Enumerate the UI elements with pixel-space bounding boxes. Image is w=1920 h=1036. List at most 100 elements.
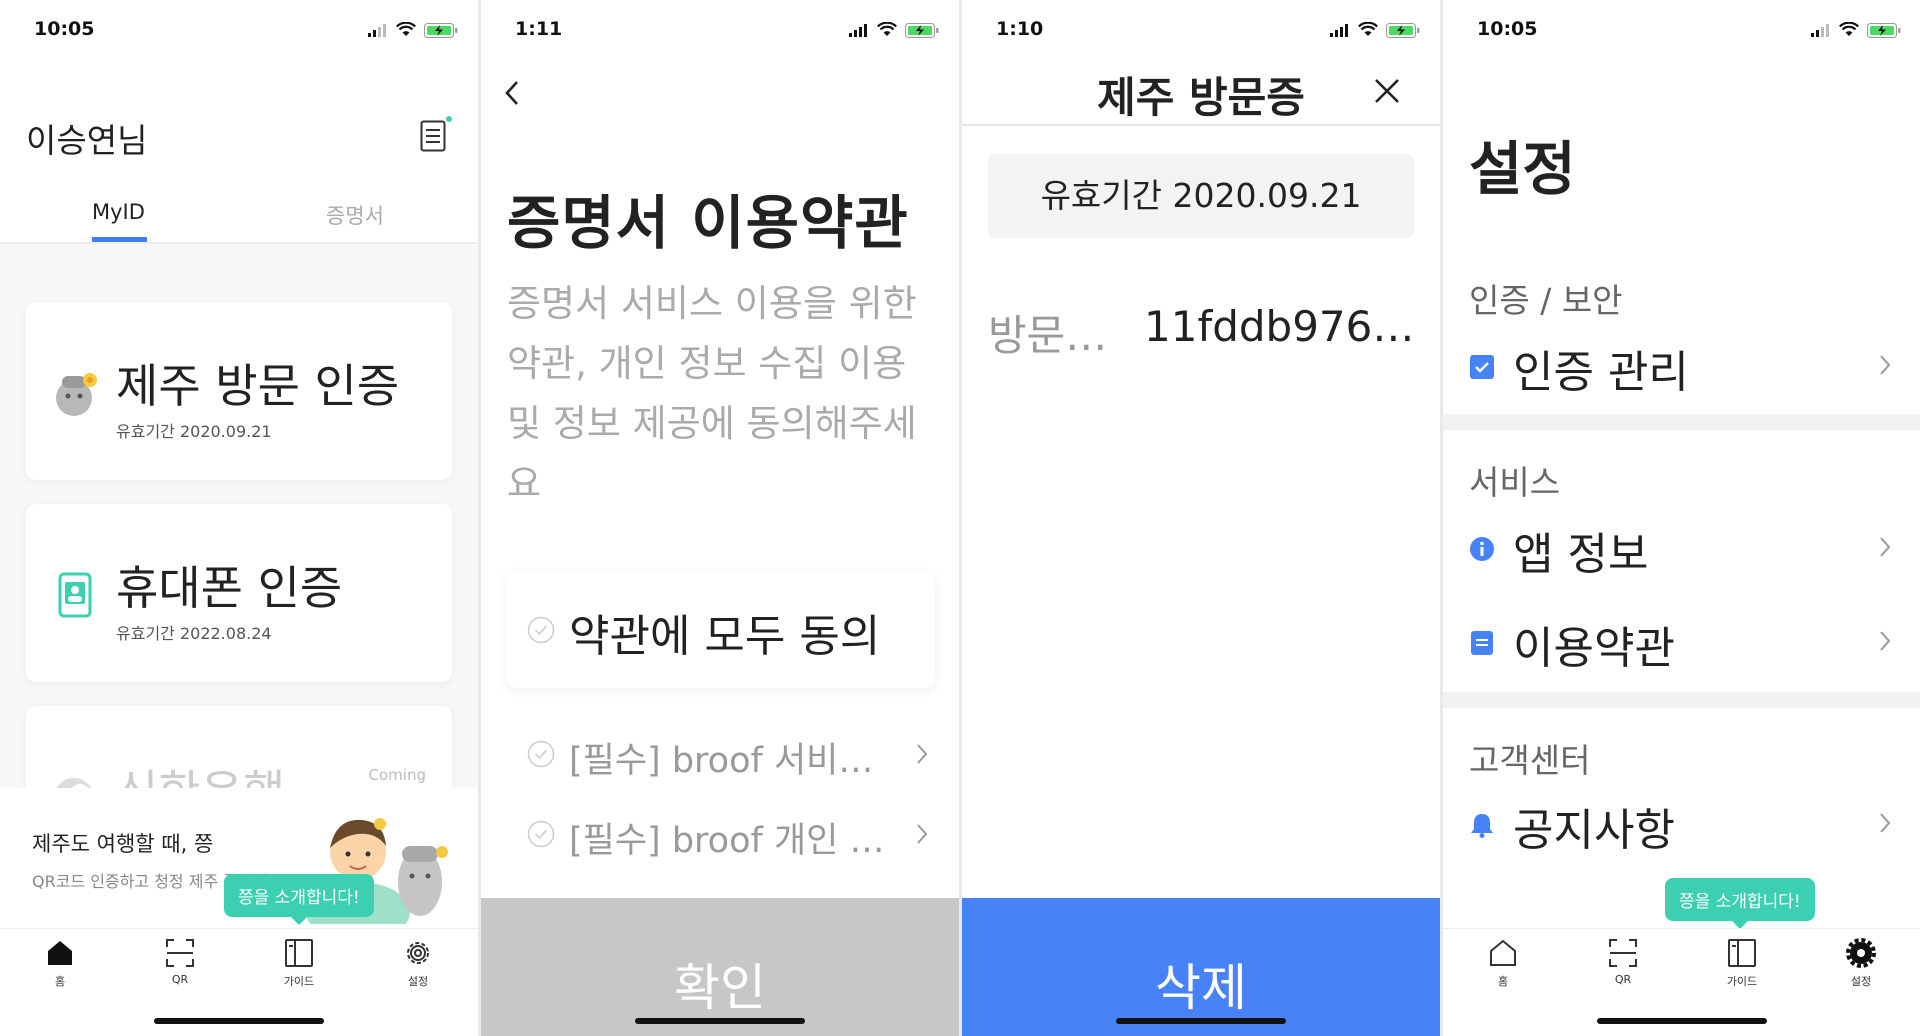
- tab-guide[interactable]: 가이드: [1702, 937, 1782, 989]
- check-circle-icon[interactable]: [527, 820, 555, 848]
- term-service-row[interactable]: [필수] broof 서비…: [507, 724, 935, 784]
- tab-home[interactable]: 홈: [20, 937, 100, 989]
- tab-label: QR: [1614, 973, 1632, 986]
- term-label: [필수] broof 개인 …: [569, 821, 885, 861]
- settings-item-auth-management[interactable]: 인증 관리: [1443, 328, 1920, 408]
- wifi-icon: [1358, 22, 1378, 36]
- check-circle-icon[interactable]: [527, 740, 555, 768]
- info-icon: [1470, 537, 1494, 561]
- tab-myid[interactable]: MyID: [92, 200, 145, 224]
- card-title: 제주 방문 인증: [116, 359, 400, 413]
- settings-item-label: 인증 관리: [1513, 347, 1689, 398]
- tab-home[interactable]: 홈: [1463, 937, 1543, 989]
- tab-label: 가이드: [283, 975, 315, 988]
- tab-label: 설정: [407, 975, 429, 988]
- signal-icon: [1811, 24, 1829, 37]
- settings-item-terms[interactable]: 이용약관: [1443, 604, 1920, 684]
- home-indicator: [1116, 1018, 1286, 1024]
- card-title: 휴대폰 인증: [116, 561, 343, 615]
- document-icon[interactable]: [420, 120, 446, 152]
- coming-soon-badge: Coming: [368, 766, 426, 784]
- agree-all-label: 약관에 모두 동의: [569, 611, 881, 662]
- notification-dot: [446, 116, 452, 122]
- agree-all-checkbox[interactable]: 약관에 모두 동의: [507, 570, 935, 688]
- tab-guide[interactable]: 가이드: [259, 937, 339, 989]
- battery-icon: [1386, 23, 1420, 38]
- home-indicator: [635, 1018, 805, 1024]
- visit-pass-detail-screen: 1:10 제주 방문증 유효기간 2020.09.21 방문… 11fddb97…: [962, 0, 1440, 1036]
- settings-item-notice[interactable]: 공지사항: [1443, 786, 1920, 866]
- tab-qr[interactable]: QR: [1583, 937, 1663, 986]
- confirm-button[interactable]: 확인: [481, 898, 959, 1036]
- chevron-right-icon: [1880, 537, 1891, 557]
- term-privacy-row[interactable]: [필수] broof 개인 …: [507, 804, 935, 864]
- chevron-right-icon: [1880, 355, 1891, 375]
- section-gap: [1443, 414, 1920, 430]
- term-label: [필수] broof 서비…: [569, 741, 874, 781]
- back-arrow-icon[interactable]: [501, 78, 523, 108]
- chevron-right-icon: [1880, 813, 1891, 833]
- status-bar: 1:11: [481, 18, 959, 44]
- page-title: 제주 방문증: [1097, 73, 1305, 122]
- page-title: 증명서 이용약관: [507, 189, 909, 257]
- close-icon[interactable]: [1372, 76, 1402, 106]
- document-icon: [1471, 631, 1493, 655]
- battery-icon: [424, 23, 458, 38]
- delete-button[interactable]: 삭제: [962, 898, 1440, 1036]
- tab-label: QR: [171, 973, 189, 986]
- home-icon: [1490, 939, 1516, 966]
- card-validity: 유효기간 2022.08.24: [116, 624, 272, 643]
- header-divider: [962, 124, 1440, 126]
- status-bar: 1:10: [962, 18, 1440, 44]
- wifi-icon: [877, 22, 897, 36]
- terms-agreement-screen: 1:11 증명서 이용약관 증명서 서비스 이용을 위한 약관, 개인 정보 수…: [481, 0, 959, 1036]
- home-icon: [48, 941, 72, 965]
- home-indicator: [154, 1018, 324, 1024]
- home-indicator: [1597, 1018, 1767, 1024]
- tab-label: 홈: [54, 975, 66, 988]
- chevron-right-icon[interactable]: [913, 820, 931, 848]
- card-validity: 유효기간 2020.09.21: [116, 422, 272, 441]
- visit-field-value: 11fddb976…: [1144, 302, 1415, 351]
- chevron-right-icon[interactable]: [913, 740, 931, 768]
- dolhareubang-icon: [56, 373, 97, 416]
- bell-icon: [1471, 814, 1493, 838]
- settings-item-label: 이용약관: [1513, 623, 1675, 674]
- section-service: 서비스: [1469, 463, 1561, 502]
- tab-certificate[interactable]: 증명서: [326, 200, 384, 230]
- intro-bubble[interactable]: 쯩을 소개합니다!: [224, 874, 374, 925]
- phone-verification-card[interactable]: 휴대폰 인증 유효기간 2022.08.24: [26, 504, 452, 682]
- section-gap: [1443, 692, 1920, 708]
- status-time: 1:11: [515, 18, 563, 40]
- qr-scan-icon: [166, 939, 194, 967]
- signal-icon: [368, 24, 386, 37]
- chevron-right-icon: [1880, 631, 1891, 651]
- page-title: 이승연님: [26, 121, 148, 160]
- phone-id-icon: [58, 572, 92, 618]
- tab-qr[interactable]: QR: [140, 937, 220, 986]
- guide-book-icon: [285, 939, 313, 967]
- battery-icon: [1867, 23, 1901, 38]
- check-circle-icon: [527, 616, 555, 644]
- visit-field-label: 방문…: [988, 311, 1108, 360]
- guide-book-icon: [1728, 939, 1756, 967]
- status-time: 1:10: [996, 18, 1044, 40]
- gear-icon: [1846, 938, 1876, 968]
- banner-title: 제주도 여행할 때, 쯩: [32, 832, 214, 856]
- checkbox-icon: [1470, 355, 1494, 379]
- signal-icon: [849, 24, 867, 37]
- page-title: 설정: [1469, 135, 1576, 203]
- signal-icon: [1330, 24, 1348, 37]
- intro-bubble[interactable]: 쯩을 소개합니다!: [1665, 878, 1815, 929]
- status-bar: 10:05: [0, 18, 478, 44]
- settings-item-label: 앱 정보: [1513, 529, 1649, 580]
- terms-description: 증명서 서비스 이용을 위한 약관, 개인 정보 수집 이용 및 정보 제공에 …: [507, 282, 917, 505]
- tab-label: 가이드: [1726, 975, 1758, 988]
- status-time: 10:05: [34, 18, 95, 40]
- jeju-visit-card[interactable]: 제주 방문 인증 유효기간 2020.09.21: [26, 302, 452, 480]
- settings-item-app-info[interactable]: 앱 정보: [1443, 510, 1920, 590]
- tab-settings[interactable]: 설정: [1821, 937, 1901, 989]
- tab-settings[interactable]: 설정: [378, 937, 458, 989]
- myid-home-screen: 10:05 이승연님 MyID 증명서 제주 방문 인증 유효기간 2020.0…: [0, 0, 478, 1036]
- settings-screen: 10:05 설정 인증 / 보안 인증 관리 서비스 앱 정보 이용약관 고객센…: [1443, 0, 1920, 1036]
